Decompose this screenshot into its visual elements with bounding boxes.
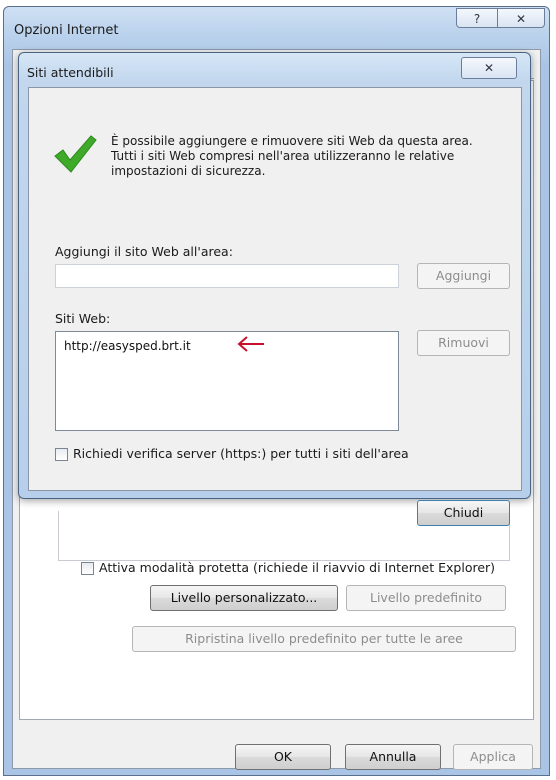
dialog-close-button[interactable]: ✕ — [461, 57, 517, 79]
reset-all-zones-button[interactable]: Ripristina livello predefinito per tutte… — [132, 626, 516, 652]
custom-level-button[interactable]: Livello personalizzato... — [150, 585, 338, 611]
apply-button[interactable]: Applica — [453, 744, 533, 770]
protected-mode-checkbox[interactable] — [81, 562, 94, 575]
info-text: È possibile aggiungere e rimuovere siti … — [111, 134, 511, 179]
help-button[interactable]: ? — [456, 8, 498, 28]
trusted-sites-dialog: Siti attendibili ✕ È possibile aggiunger… — [18, 52, 531, 526]
https-verification-row: Richiedi verifica server (https:) per tu… — [55, 446, 409, 461]
https-checkbox[interactable] — [55, 448, 68, 461]
info-line-2: Tutti i siti Web compresi nell'area util… — [111, 149, 455, 163]
websites-list[interactable]: http://easysped.brt.it — [55, 331, 399, 431]
info-line-3: impostazioni di sicurezza. — [111, 164, 266, 178]
remove-button[interactable]: Rimuovi — [417, 330, 510, 356]
cancel-button[interactable]: Annulla — [345, 744, 441, 770]
ok-button[interactable]: OK — [235, 744, 331, 770]
protected-mode-row: Attiva modalità protetta (richiede il ri… — [81, 560, 495, 575]
checkmark-icon — [54, 135, 97, 173]
websites-label: Siti Web: — [55, 311, 111, 326]
arrow-left-icon — [237, 336, 264, 352]
dialog-title: Siti attendibili — [27, 65, 114, 80]
protected-mode-label: Attiva modalità protetta (richiede il ri… — [99, 560, 496, 575]
list-item[interactable]: http://easysped.brt.it — [64, 339, 191, 353]
add-button[interactable]: Aggiungi — [417, 263, 510, 289]
window-close-button[interactable]: ✕ — [497, 8, 545, 28]
info-line-1: È possibile aggiungere e rimuovere siti … — [111, 134, 473, 148]
default-level-button[interactable]: Livello predefinito — [346, 585, 506, 611]
window-title: Opzioni Internet — [14, 23, 119, 38]
add-site-input[interactable] — [55, 264, 399, 288]
https-label: Richiedi verifica server (https:) per tu… — [73, 446, 409, 461]
close-dialog-button[interactable]: Chiudi — [417, 500, 510, 526]
dialog-body: È possibile aggiungere e rimuovere siti … — [28, 87, 522, 526]
add-site-label: Aggiungi il sito Web all'area: — [55, 244, 233, 259]
